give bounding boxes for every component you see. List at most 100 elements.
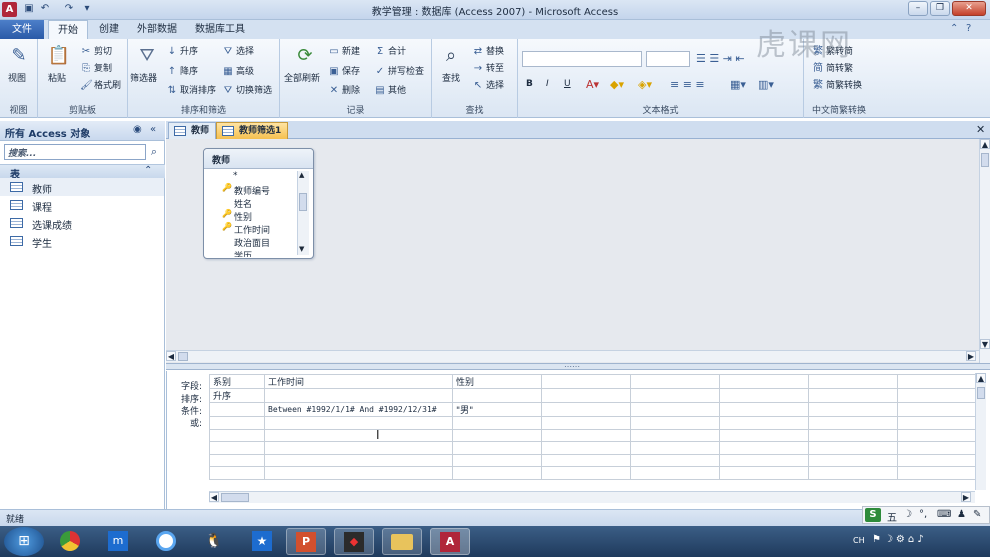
media-app-icon[interactable]: ◆ — [334, 528, 374, 555]
find-button[interactable]: 查找 — [442, 71, 460, 84]
grid-cell[interactable]: Between #1992/1/1# And #1992/12/31# — [264, 402, 453, 417]
more-button[interactable]: ▤ 其他 — [374, 83, 406, 96]
descending-button[interactable]: ↑ 降序 — [166, 64, 198, 77]
refresh-all-button[interactable]: 全部刷新 — [284, 71, 320, 84]
collapse-section-icon[interactable]: ⌃ — [144, 165, 152, 176]
paste-button[interactable]: 粘贴 — [48, 71, 66, 84]
grid-cell[interactable] — [541, 388, 631, 403]
minimize-ribbon-icon[interactable]: ⌃ — [950, 23, 958, 34]
nav-item-teacher[interactable]: 教师 — [0, 178, 164, 196]
grid-cell[interactable] — [541, 441, 631, 455]
close-button[interactable]: ✕ — [952, 1, 986, 16]
grid-cell[interactable] — [452, 466, 542, 480]
search-icon[interactable]: ⌕ — [147, 144, 161, 160]
nav-section-tables[interactable]: 表 ⌃ — [0, 164, 165, 181]
grid-cell[interactable] — [452, 453, 542, 467]
grid-cell[interactable] — [808, 374, 898, 389]
nav-item-grades[interactable]: 选课成绩 — [0, 214, 164, 232]
align-icons[interactable]: ≡ ≡ ≡ — [670, 78, 705, 91]
list-icons[interactable]: ☰ ☰ ⇥ ⇤ — [696, 52, 745, 65]
grid-cell[interactable] — [897, 402, 976, 417]
nav-item-student[interactable]: 学生 — [0, 232, 164, 250]
field-name[interactable]: 姓名 — [234, 197, 252, 210]
advanced-button[interactable]: ▦ 高级 — [222, 64, 254, 77]
grid-cell[interactable] — [808, 388, 898, 403]
user-icon[interactable]: ♟ — [957, 509, 966, 520]
grid-cell[interactable] — [897, 388, 976, 403]
cut-button[interactable]: ✂ 剪切 — [80, 44, 112, 57]
file-explorer-icon[interactable] — [382, 528, 422, 555]
grid-cell[interactable] — [541, 416, 631, 430]
grid-cell[interactable] — [630, 428, 720, 442]
scroll-down-icon[interactable]: ▼ — [980, 339, 990, 349]
field-political[interactable]: 政治面目 — [234, 236, 270, 249]
grid-cell[interactable] — [897, 466, 976, 480]
grid-cell[interactable] — [630, 453, 720, 467]
grid-cell[interactable] — [808, 453, 898, 467]
grid-cell[interactable] — [630, 466, 720, 480]
tab-home[interactable]: 开始 — [48, 20, 88, 39]
field-list-title[interactable]: 教师 — [204, 149, 313, 169]
grid-cell[interactable] — [719, 428, 809, 442]
start-button-icon[interactable]: ⊞ — [4, 527, 44, 556]
grid-cell[interactable] — [719, 388, 809, 403]
grid-cell[interactable] — [452, 416, 542, 430]
grid-cell[interactable] — [209, 402, 265, 417]
ascending-button[interactable]: ↓ 升序 — [166, 44, 198, 57]
grid-cell[interactable] — [541, 453, 631, 467]
keyboard-icon[interactable]: ⌨ — [937, 509, 951, 520]
field-teacher-id[interactable]: 教师编号 — [234, 184, 270, 197]
help-icon[interactable]: ? — [966, 23, 971, 34]
font-name-dropdown[interactable] — [522, 51, 642, 67]
grid-cell[interactable] — [808, 402, 898, 417]
format-painter-button[interactable]: 🖌格式刷 — [80, 78, 121, 91]
scroll-left-icon[interactable]: ◀ — [209, 492, 219, 502]
grid-cell[interactable]: "男" — [452, 402, 542, 417]
grid-cell[interactable] — [209, 428, 265, 442]
grid-horizontal-scrollbar[interactable]: ◀ ▶ — [209, 491, 975, 503]
nav-header[interactable]: 所有 Access 对象 ◉ « — [0, 121, 165, 141]
italic-button[interactable]: I — [546, 79, 549, 89]
highlight-icon[interactable]: ◆▾ — [610, 78, 624, 91]
tray-icons[interactable]: ⚑☽⚙⌂♪ — [872, 534, 927, 545]
grid-cell[interactable] — [630, 416, 720, 430]
grid-cell[interactable] — [630, 374, 720, 389]
grid-cell[interactable] — [630, 402, 720, 417]
font-color-icon[interactable]: A▾ — [586, 78, 599, 91]
collapse-pane-icon[interactable]: « — [150, 124, 156, 135]
scroll-thumb[interactable] — [221, 493, 249, 502]
alternate-row-color-icon[interactable]: ▥▾ — [758, 78, 774, 91]
maxthon-icon[interactable]: m — [98, 528, 138, 555]
grid-cell[interactable] — [808, 428, 898, 442]
grid-cell[interactable] — [209, 441, 265, 455]
sogou-ime-icon[interactable]: S — [865, 508, 881, 522]
grid-cell[interactable] — [209, 453, 265, 467]
wrench-icon[interactable]: ✎ — [973, 509, 981, 520]
grid-cell[interactable] — [541, 402, 631, 417]
gridlines-icon[interactable]: ▦▾ — [730, 78, 746, 91]
field-education[interactable]: 学历 — [234, 249, 252, 257]
grid-cell[interactable] — [264, 466, 453, 480]
grid-cell[interactable] — [264, 416, 453, 430]
grid-cell[interactable] — [541, 466, 631, 480]
doc-tab-teacher-filter[interactable]: 教师筛选1 — [216, 122, 289, 139]
tab-external-data[interactable]: 外部数据 — [128, 20, 186, 39]
scroll-thumb[interactable] — [981, 153, 989, 167]
grid-cell[interactable] — [719, 466, 809, 480]
scroll-up-icon[interactable]: ▲ — [976, 373, 986, 383]
spelling-button[interactable]: ✓ 拼写检查 — [374, 64, 424, 77]
grid-cell[interactable] — [897, 428, 976, 442]
grid-cell[interactable] — [897, 453, 976, 467]
grid-cell[interactable] — [808, 441, 898, 455]
filter-button[interactable]: 筛选器 — [130, 71, 157, 84]
grid-cell[interactable] — [452, 428, 542, 442]
field-gender[interactable]: 性别 — [234, 210, 252, 223]
bold-button[interactable]: B — [526, 79, 533, 89]
selection-button[interactable]: ⛛ 选择 — [222, 44, 254, 57]
grid-cell[interactable] — [719, 374, 809, 389]
scroll-thumb[interactable] — [178, 352, 188, 361]
field-list-scrollbar[interactable]: ▲ ▼ — [297, 171, 309, 255]
grid-cell[interactable] — [630, 441, 720, 455]
tab-create[interactable]: 创建 — [90, 20, 128, 39]
grid-vertical-scrollbar[interactable]: ▲ — [975, 373, 986, 490]
